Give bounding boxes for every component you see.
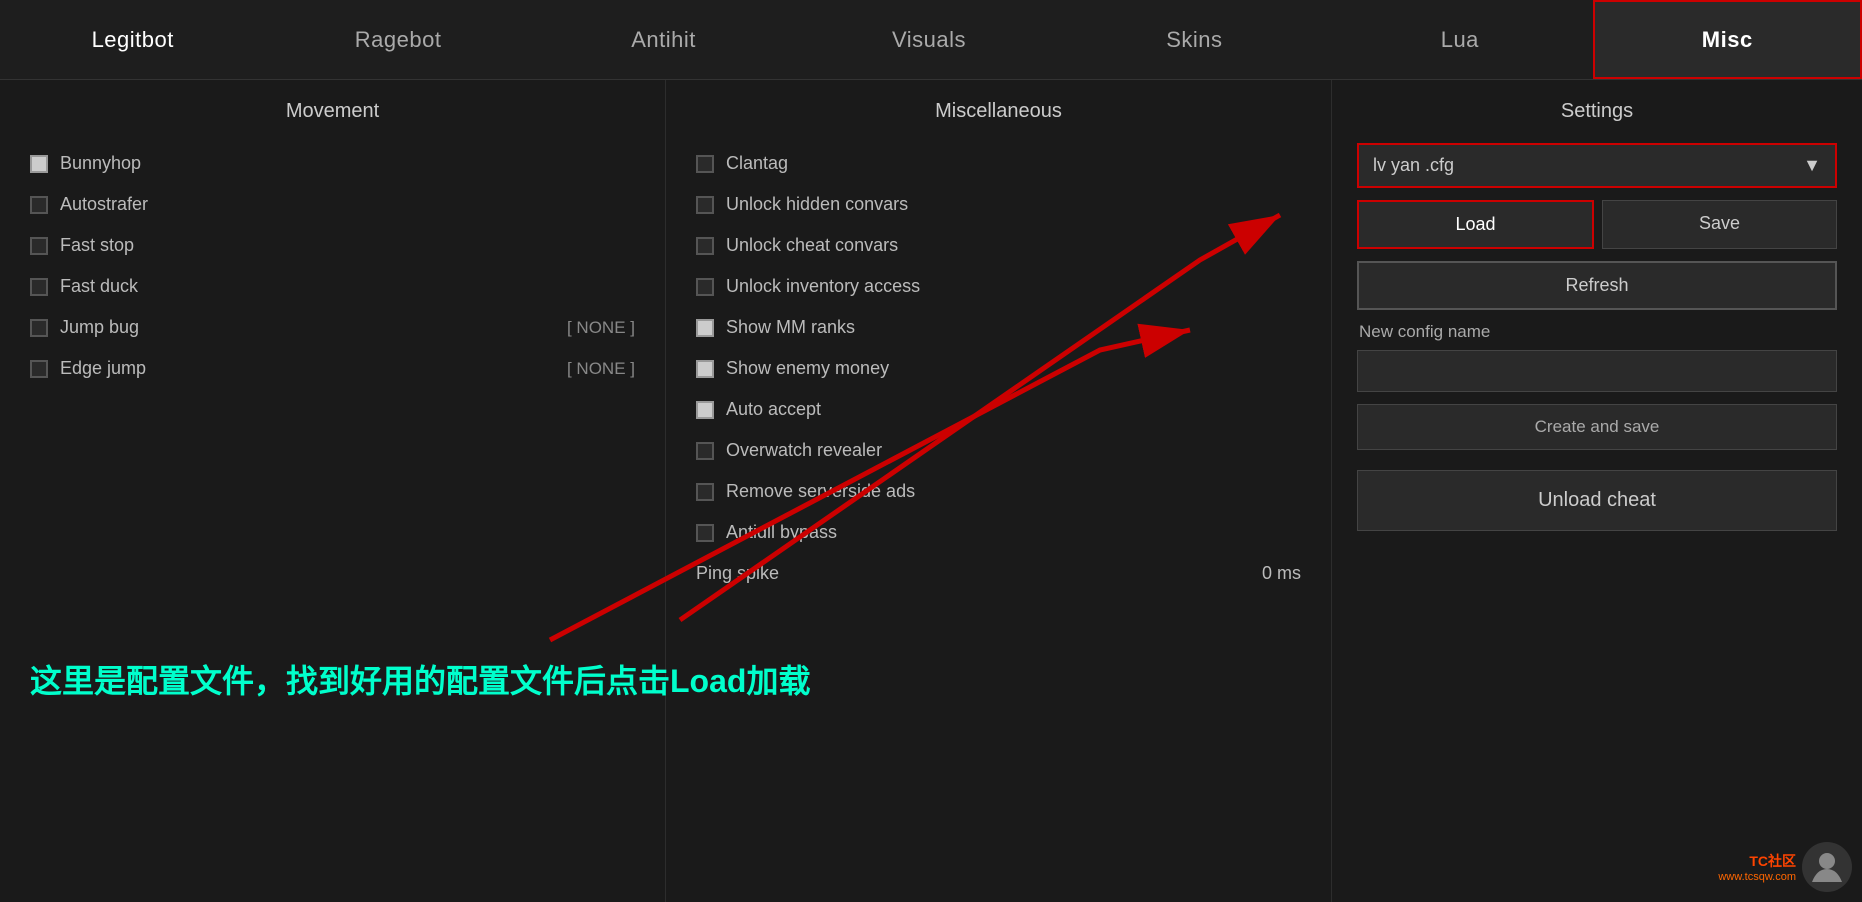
option-clantag: Clantag (696, 143, 1301, 184)
label-jump-bug: Jump bug (60, 317, 139, 338)
label-bunnyhop: Bunnyhop (60, 153, 141, 174)
watermark-tc-label: TC社区 (1718, 851, 1796, 871)
new-config-label: New config name (1357, 322, 1837, 342)
checkbox-autostrafer[interactable] (30, 196, 48, 214)
checkbox-fast-duck[interactable] (30, 278, 48, 296)
settings-panel: Settings lv yan .cfg ▼ Load Save Refresh… (1332, 80, 1862, 902)
option-overwatch: Overwatch revealer (696, 430, 1301, 471)
option-fast-stop: Fast stop (30, 225, 635, 266)
label-remove-ads: Remove serverside ads (726, 481, 915, 502)
checkbox-unlock-inventory[interactable] (696, 278, 714, 296)
label-auto-accept: Auto accept (726, 399, 821, 420)
movement-panel: Movement Bunnyhop Autostrafer Fast stop … (0, 80, 666, 902)
movement-title: Movement (30, 100, 635, 123)
checkbox-enemy-money[interactable] (696, 360, 714, 378)
checkbox-edge-jump[interactable] (30, 360, 48, 378)
option-unlock-cheat: Unlock cheat convars (696, 225, 1301, 266)
dropdown-arrow-icon: ▼ (1803, 155, 1821, 176)
label-fast-duck: Fast duck (60, 276, 138, 297)
checkbox-bunnyhop[interactable] (30, 155, 48, 173)
option-jump-bug: Jump bug [ NONE ] (30, 307, 635, 348)
misc-panel: Miscellaneous Clantag Unlock hidden conv… (666, 80, 1332, 902)
label-autostrafer: Autostrafer (60, 194, 148, 215)
checkbox-unlock-cheat[interactable] (696, 237, 714, 255)
settings-title: Settings (1357, 100, 1837, 123)
nav-legitbot[interactable]: Legitbot (0, 0, 265, 79)
option-auto-accept: Auto accept (696, 389, 1301, 430)
misc-title: Miscellaneous (696, 100, 1301, 123)
label-show-mm: Show MM ranks (726, 317, 855, 338)
option-bunnyhop: Bunnyhop (30, 143, 635, 184)
checkbox-antidll[interactable] (696, 524, 714, 542)
label-fast-stop: Fast stop (60, 235, 134, 256)
checkbox-show-mm[interactable] (696, 319, 714, 337)
option-edge-jump: Edge jump [ NONE ] (30, 348, 635, 389)
nav-misc[interactable]: Misc (1593, 0, 1862, 79)
create-save-button[interactable]: Create and save (1357, 404, 1837, 450)
option-antidll: Antidll bypass (696, 512, 1301, 553)
option-enemy-money: Show enemy money (696, 348, 1301, 389)
option-show-mm: Show MM ranks (696, 307, 1301, 348)
load-button[interactable]: Load (1357, 200, 1594, 249)
checkbox-jump-bug[interactable] (30, 319, 48, 337)
label-clantag: Clantag (726, 153, 788, 174)
label-enemy-money: Show enemy money (726, 358, 889, 379)
checkbox-remove-ads[interactable] (696, 483, 714, 501)
nav-antihit[interactable]: Antihit (531, 0, 796, 79)
nav-lua[interactable]: Lua (1327, 0, 1592, 79)
watermark: TC社区 www.tcsqw.com (1718, 842, 1852, 892)
label-edge-jump: Edge jump (60, 358, 146, 379)
ping-spike-row: Ping spike 0 ms (696, 553, 1301, 594)
option-fast-duck: Fast duck (30, 266, 635, 307)
config-dropdown[interactable]: lv yan .cfg ▼ (1357, 143, 1837, 188)
ping-spike-label: Ping spike (696, 563, 779, 584)
option-unlock-inventory: Unlock inventory access (696, 266, 1301, 307)
checkbox-overwatch[interactable] (696, 442, 714, 460)
checkbox-clantag[interactable] (696, 155, 714, 173)
checkbox-fast-stop[interactable] (30, 237, 48, 255)
option-autostrafer: Autostrafer (30, 184, 635, 225)
load-save-row: Load Save (1357, 200, 1837, 249)
label-unlock-cheat: Unlock cheat convars (726, 235, 898, 256)
nav-ragebot[interactable]: Ragebot (265, 0, 530, 79)
label-unlock-inventory: Unlock inventory access (726, 276, 920, 297)
config-name-input[interactable] (1357, 350, 1837, 392)
config-value: lv yan .cfg (1373, 155, 1454, 176)
label-overwatch: Overwatch revealer (726, 440, 882, 461)
refresh-button[interactable]: Refresh (1357, 261, 1837, 310)
option-unlock-hidden: Unlock hidden convars (696, 184, 1301, 225)
option-remove-ads: Remove serverside ads (696, 471, 1301, 512)
save-button[interactable]: Save (1602, 200, 1837, 249)
watermark-icon (1802, 842, 1852, 892)
nav-skins[interactable]: Skins (1062, 0, 1327, 79)
ping-spike-value: 0 ms (1262, 563, 1301, 584)
label-antidll: Antidll bypass (726, 522, 837, 543)
checkbox-unlock-hidden[interactable] (696, 196, 714, 214)
watermark-url: www.tcsqw.com (1718, 871, 1796, 883)
nav-visuals[interactable]: Visuals (796, 0, 1061, 79)
keybind-edge-jump[interactable]: [ NONE ] (567, 359, 635, 379)
label-unlock-hidden: Unlock hidden convars (726, 194, 908, 215)
top-navigation: Legitbot Ragebot Antihit Visuals Skins L… (0, 0, 1862, 80)
unload-cheat-button[interactable]: Unload cheat (1357, 470, 1837, 531)
main-content: Movement Bunnyhop Autostrafer Fast stop … (0, 80, 1862, 902)
keybind-jump-bug[interactable]: [ NONE ] (567, 318, 635, 338)
checkbox-auto-accept[interactable] (696, 401, 714, 419)
